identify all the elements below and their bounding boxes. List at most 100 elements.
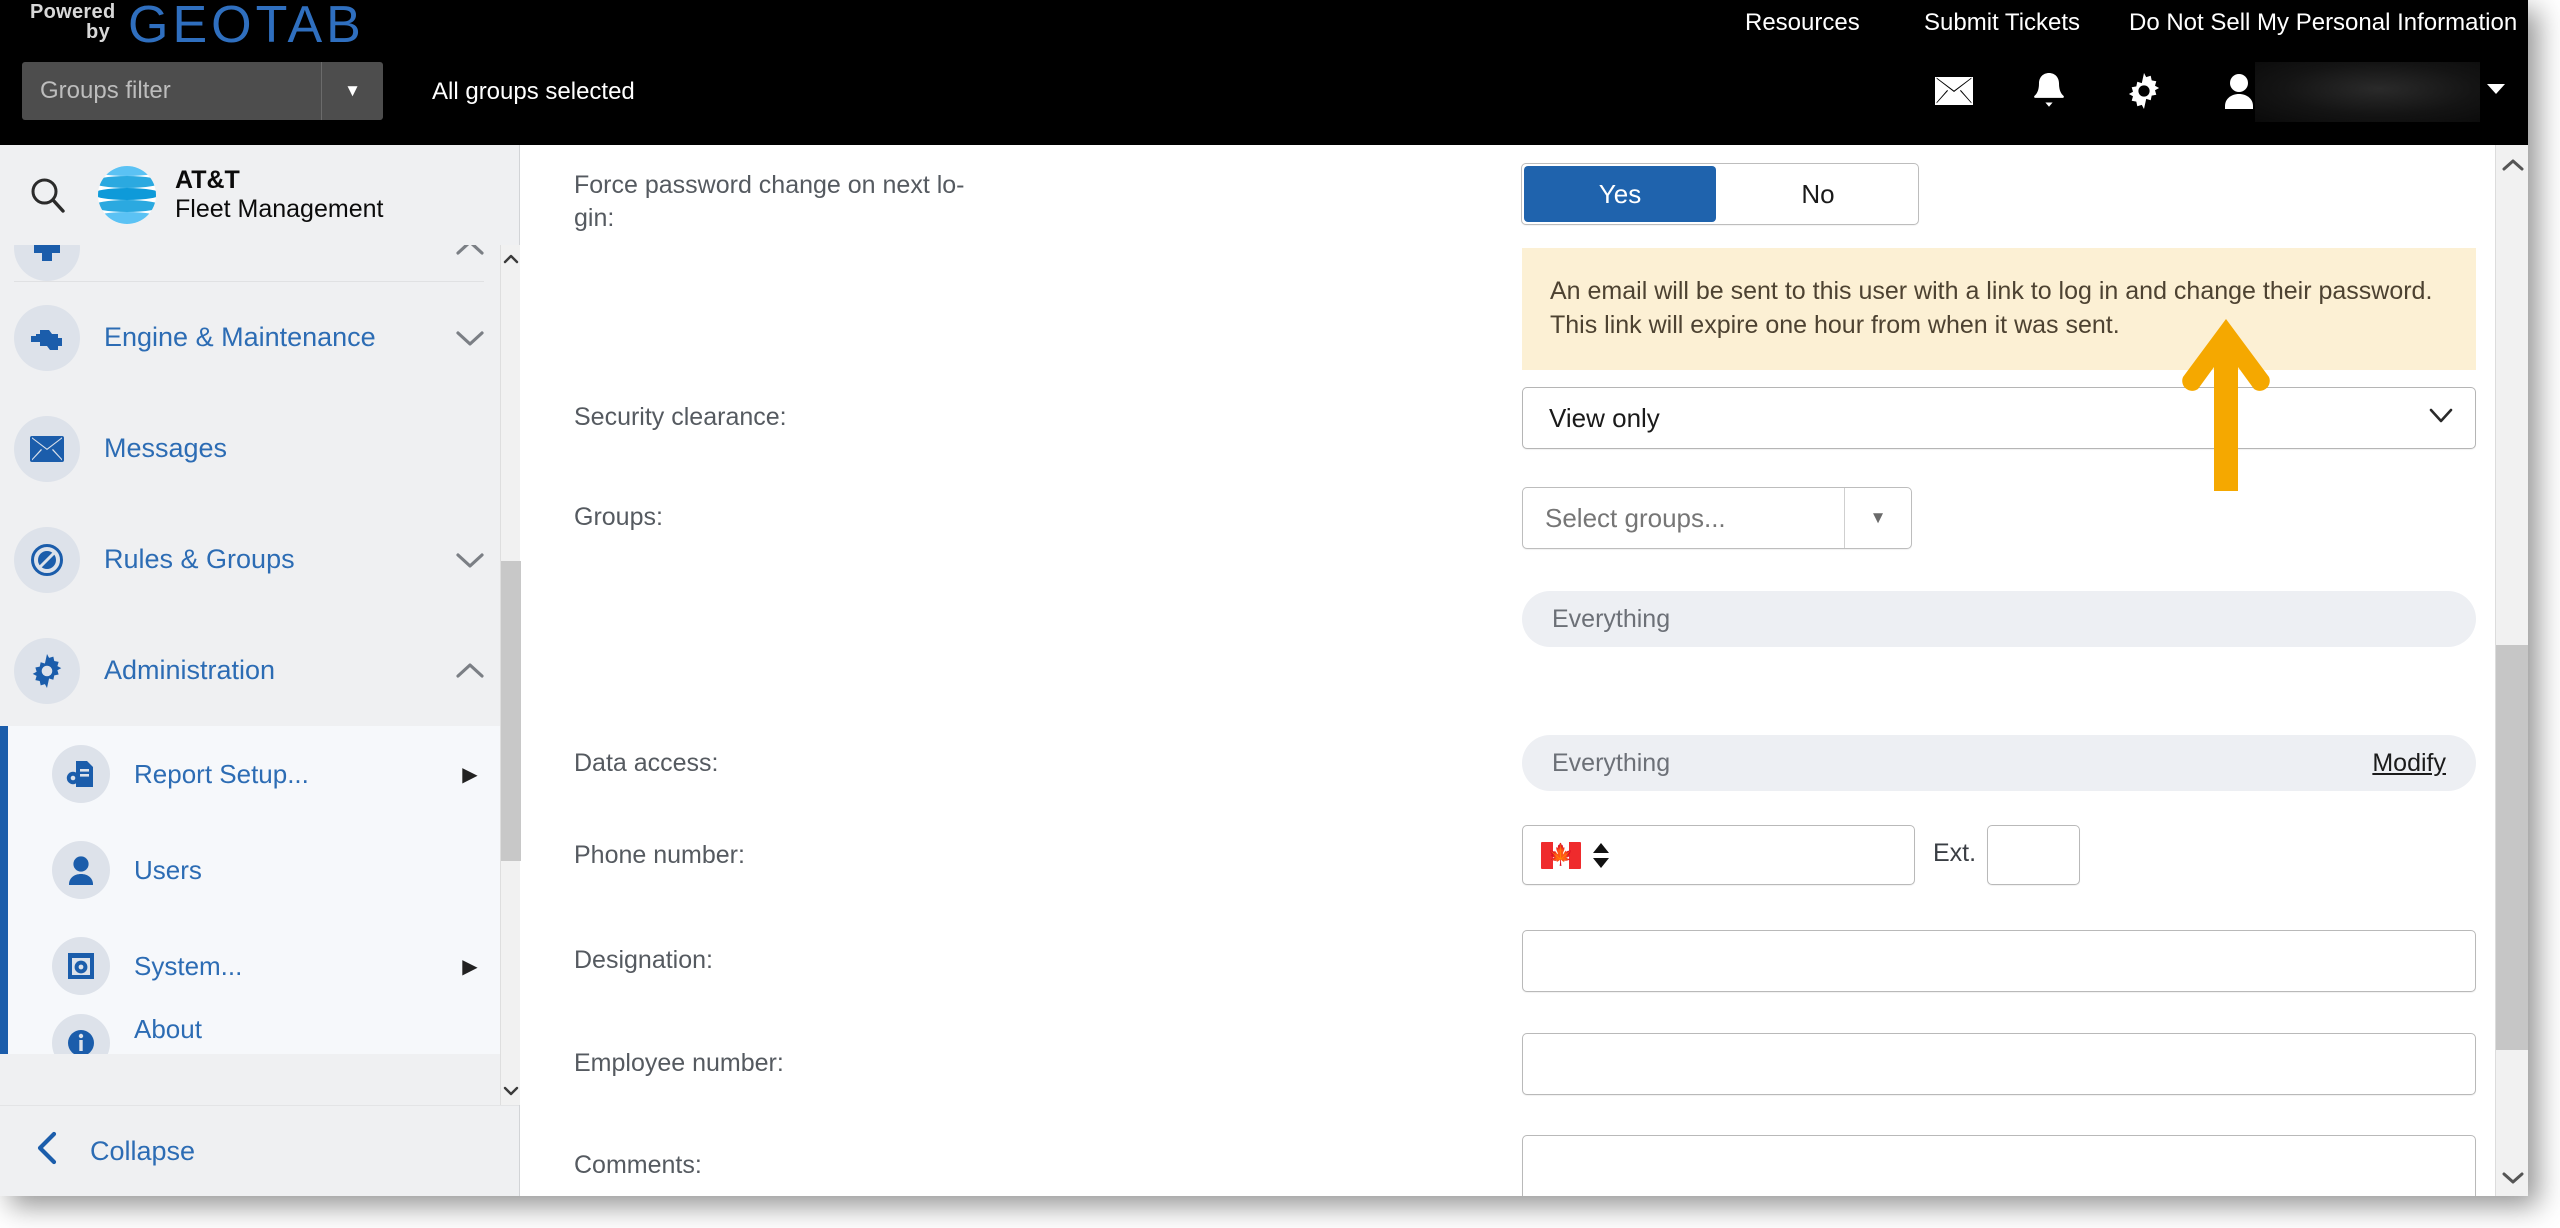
chevron-down-icon[interactable]: [440, 329, 500, 347]
sidebar-item-administration[interactable]: Administration: [0, 615, 500, 726]
security-clearance-value: View only: [1549, 402, 1660, 433]
att-logo-line2: Fleet Management: [175, 195, 384, 223]
sidebar-item-users[interactable]: Users: [0, 822, 500, 918]
label-designation: Designation:: [574, 946, 713, 974]
scroll-down-icon[interactable]: [2496, 1160, 2528, 1194]
nav-submit-tickets[interactable]: Submit Tickets: [1924, 9, 2080, 39]
nav-do-not-sell[interactable]: Do Not Sell My Personal Information: [2129, 9, 2517, 39]
att-globe-icon: [96, 164, 158, 226]
collapse-sidebar-button[interactable]: Collapse: [0, 1105, 519, 1196]
arrow-right-icon[interactable]: ▶: [440, 762, 500, 787]
sidebar-label-rules-groups: Rules & Groups: [104, 544, 295, 574]
force-password-yes-button[interactable]: Yes: [1524, 166, 1716, 222]
phone-extension-input[interactable]: [1987, 825, 2080, 885]
chevron-up-icon[interactable]: [440, 245, 500, 257]
top-bar: Powered by GEOTAB Resources Submit Ticke…: [0, 0, 2528, 145]
groups-filter-placeholder: Groups filter: [40, 77, 171, 104]
nav-resources[interactable]: Resources: [1745, 9, 1860, 39]
user-menu-chevron-down-icon[interactable]: [2487, 84, 2505, 94]
sidebar-menu-scroll: AT&T Workforce Manager Engine & Maintena…: [0, 245, 500, 1105]
designation-input[interactable]: [1522, 930, 2476, 992]
chevron-down-icon[interactable]: [440, 551, 500, 569]
sidebar-item-report-setup[interactable]: Report Setup... ▶: [0, 726, 500, 822]
data-access-modify-link[interactable]: Modify: [2372, 749, 2446, 778]
att-logo-text: AT&T Fleet Management: [175, 166, 383, 225]
chevron-left-icon: [34, 1131, 60, 1171]
sidebar-scrollbar-thumb[interactable]: [501, 561, 521, 861]
workforce-icon: [14, 245, 80, 281]
scroll-up-icon[interactable]: [2496, 147, 2528, 181]
bell-icon[interactable]: [2020, 62, 2078, 120]
sidebar-scrollbar[interactable]: [500, 245, 521, 1105]
user-icon: [52, 841, 110, 899]
force-password-toggle-group[interactable]: Yes No: [1521, 163, 1919, 225]
info-icon: [52, 1014, 110, 1054]
report-setup-icon: [52, 745, 110, 803]
system-icon: [52, 937, 110, 995]
powered-by-text: Powered by: [30, 2, 115, 43]
scroll-down-icon[interactable]: [501, 1079, 521, 1103]
sidebar-item-about[interactable]: About: [0, 1014, 500, 1054]
user-edit-form: Force password change on next lo- gin: Y…: [521, 145, 2494, 1196]
all-groups-selected-text: All groups selected: [432, 78, 635, 105]
active-indicator-bar: [0, 726, 8, 822]
sidebar-item-engine-maintenance[interactable]: Engine & Maintenance: [0, 282, 500, 393]
data-access-value: Everything: [1552, 748, 1671, 777]
force-password-no-button[interactable]: No: [1718, 164, 1918, 224]
sidebar-item-workforce-manager[interactable]: AT&T Workforce Manager: [0, 245, 500, 281]
sidebar-label-users: Users: [134, 854, 202, 885]
user-name-redacted[interactable]: [2255, 62, 2480, 122]
chevron-up-icon[interactable]: [440, 662, 500, 680]
data-access-chip: Everything Modify: [1522, 735, 2476, 791]
label-employee-number: Employee number:: [574, 1049, 784, 1077]
canada-flag-icon[interactable]: 🍁: [1541, 841, 1581, 869]
sidebar-label-engine-maintenance: Engine & Maintenance: [104, 322, 376, 352]
scroll-up-icon[interactable]: [501, 247, 521, 271]
geotab-logo: GEOTAB: [128, 0, 365, 54]
sidebar-item-system[interactable]: System... ▶: [0, 918, 500, 1014]
password-email-notice: An email will be sent to this user with …: [1522, 248, 2476, 370]
search-icon[interactable]: [0, 175, 96, 215]
annotation-up-arrow-icon: [2176, 315, 2276, 495]
sidebar-label-workforce-manager: AT&T Workforce Manager: [104, 245, 440, 246]
groups-filter-dropdown[interactable]: Groups filter ▼: [22, 62, 383, 120]
sidebar-label-system: System...: [134, 950, 243, 981]
label-data-access: Data access:: [574, 749, 719, 777]
groups-placeholder: Select groups...: [1545, 502, 1726, 533]
att-fleet-management-logo: AT&T Fleet Management: [96, 164, 383, 226]
chevron-down-icon[interactable]: ▼: [1844, 488, 1911, 548]
phone-number-input[interactable]: 🍁: [1522, 825, 1915, 885]
gear-icon: [14, 637, 80, 704]
sidebar-label-report-setup: Report Setup...: [134, 758, 309, 789]
sidebar-label-about: About: [134, 1014, 202, 1044]
sidebar: AT&T Fleet Management AT&T Workforce Man…: [0, 145, 521, 1196]
sidebar-label-administration: Administration: [104, 655, 276, 685]
label-comments: Comments:: [574, 1151, 702, 1179]
label-security-clearance: Security clearance:: [574, 403, 787, 431]
engine-icon: [14, 304, 80, 371]
security-clearance-select[interactable]: View only: [1522, 387, 2476, 449]
page-scrollbar[interactable]: [2495, 145, 2528, 1196]
mail-icon[interactable]: [1925, 62, 1983, 120]
active-indicator-bar: [0, 1014, 8, 1054]
att-logo-line1: AT&T: [175, 165, 240, 194]
application-window: Powered by GEOTAB Resources Submit Ticke…: [0, 0, 2528, 1196]
country-selector-spinner-icon[interactable]: [1593, 842, 1609, 868]
arrow-right-icon[interactable]: ▶: [440, 954, 500, 979]
sidebar-item-messages[interactable]: Messages: [0, 393, 500, 504]
groups-select-combobox[interactable]: Select groups... ▼: [1522, 487, 1912, 549]
sidebar-item-rules-groups[interactable]: Rules & Groups: [0, 504, 500, 615]
label-force-password-change: Force password change on next lo- gin:: [574, 171, 965, 232]
employee-number-input[interactable]: [1522, 1033, 2476, 1095]
powered-line2: by: [86, 21, 110, 43]
chevron-down-icon: [2429, 408, 2475, 428]
sidebar-header: AT&T Fleet Management: [0, 145, 519, 245]
gear-icon[interactable]: [2115, 62, 2173, 120]
comments-textarea[interactable]: [1522, 1135, 2476, 1196]
label-groups: Groups:: [574, 503, 663, 531]
active-indicator-bar: [0, 822, 8, 918]
mail-icon: [14, 415, 80, 482]
main-content: Force password change on next lo- gin: Y…: [521, 145, 2494, 1196]
sidebar-label-messages: Messages: [104, 433, 228, 463]
page-scrollbar-thumb[interactable]: [2496, 645, 2528, 1050]
